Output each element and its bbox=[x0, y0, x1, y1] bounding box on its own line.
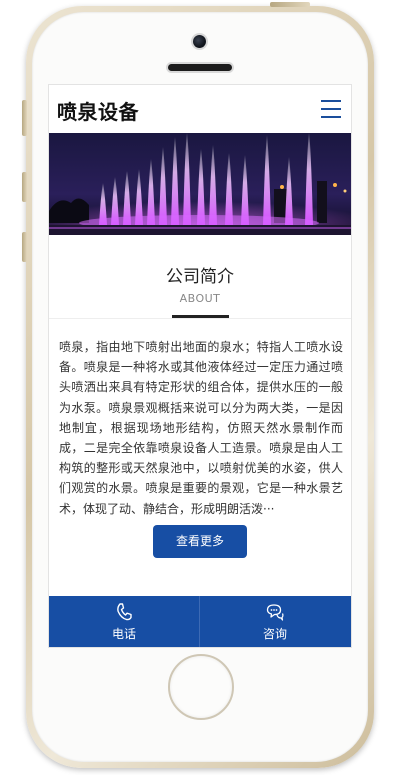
volume-down-button bbox=[22, 232, 27, 262]
section-subtitle: ABOUT bbox=[179, 292, 221, 305]
bottom-nav-consult[interactable]: 咨询 bbox=[200, 596, 350, 647]
phone-icon bbox=[49, 603, 199, 621]
bottom-nav-bar: 电话 咨询 bbox=[49, 596, 351, 647]
home-button[interactable] bbox=[168, 654, 234, 720]
section-divider bbox=[49, 318, 351, 319]
company-intro-text: 喷泉，指由地下喷射出地面的泉水；特指人工喷水设备。喷泉是一种将水或其他液体经过一… bbox=[59, 340, 343, 516]
earpiece-speaker bbox=[168, 64, 232, 71]
banner-image bbox=[49, 133, 351, 235]
site-header: 喷泉设备 bbox=[49, 85, 351, 133]
chat-icon bbox=[200, 603, 350, 621]
fountain-photo bbox=[49, 133, 351, 235]
mute-switch bbox=[22, 100, 27, 136]
section-title: 公司简介 bbox=[166, 267, 234, 287]
bottom-nav-consult-label: 咨询 bbox=[262, 627, 287, 641]
volume-up-button bbox=[22, 172, 27, 202]
hamburger-menu-icon[interactable] bbox=[321, 100, 341, 118]
power-button bbox=[270, 2, 310, 7]
front-camera bbox=[193, 35, 206, 48]
bottom-nav-phone-label: 电话 bbox=[111, 627, 136, 641]
bottom-nav-phone[interactable]: 电话 bbox=[49, 596, 199, 647]
view-more-button[interactable]: 查看更多 bbox=[153, 525, 247, 558]
phone-screen: 喷泉设备 公司简介 ABOUT 喷泉，指由地下喷射出地面的泉水；特指人工喷水设备… bbox=[48, 84, 352, 648]
site-logo[interactable]: 喷泉设备 bbox=[57, 96, 139, 125]
